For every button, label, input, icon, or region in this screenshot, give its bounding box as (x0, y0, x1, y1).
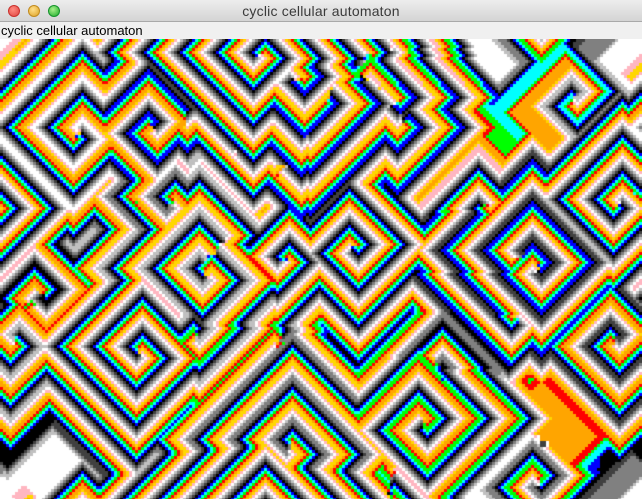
window-title: cyclic cellular automaton (242, 3, 400, 19)
automaton-view[interactable] (0, 39, 642, 499)
automaton-canvas[interactable] (0, 39, 642, 499)
content-title-label: cyclic cellular automaton (0, 22, 642, 39)
title-bar[interactable]: cyclic cellular automaton (0, 0, 642, 22)
app-window: cyclic cellular automaton cyclic cellula… (0, 0, 642, 499)
